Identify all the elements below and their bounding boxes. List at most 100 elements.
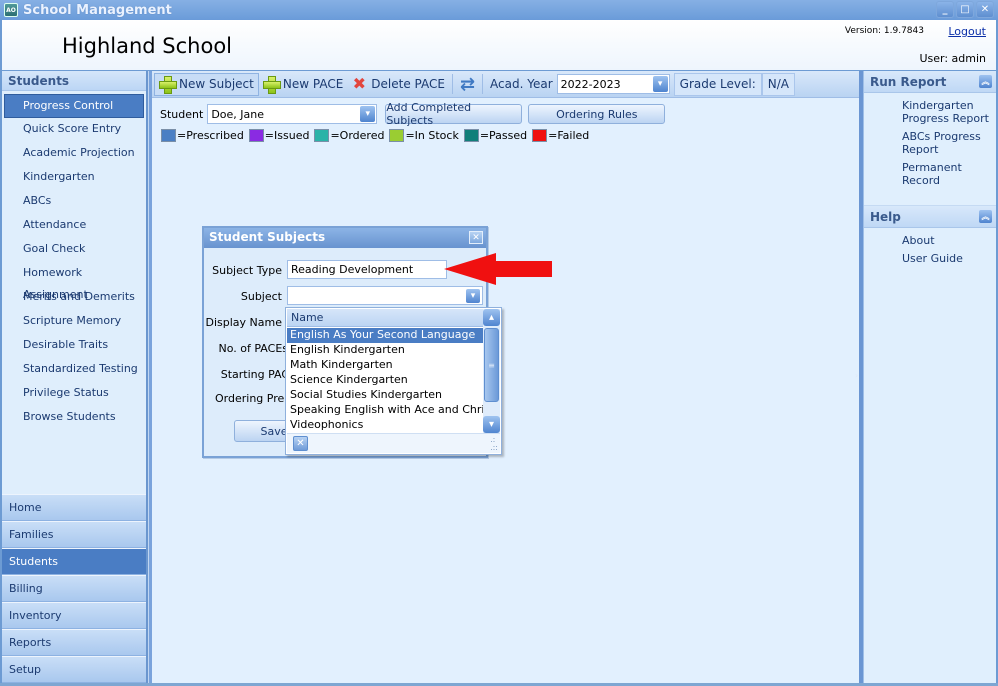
- student-value: Doe, Jane: [211, 107, 264, 121]
- nav-item-abcs[interactable]: ABCs: [2, 190, 146, 214]
- right-panel: Run Report ︽ Kindergarten Progress Repor…: [864, 71, 996, 683]
- legend-label-prescribed: =Prescribed: [177, 129, 244, 142]
- scroll-thumb[interactable]: ≡: [484, 328, 499, 402]
- refresh-button[interactable]: ⇄: [456, 73, 479, 96]
- dropdown-item[interactable]: Speaking English with Ace and Christi: [287, 403, 483, 418]
- delete-x-icon: ✖: [352, 74, 366, 93]
- minimize-button[interactable]: _: [936, 1, 954, 18]
- legend-swatch-failed: [532, 129, 548, 142]
- dropdown-footer: ✕ .:.::: [287, 433, 500, 453]
- toolbar-separator: [451, 74, 453, 94]
- plus-icon: [262, 76, 281, 94]
- module-inventory[interactable]: Inventory: [2, 602, 146, 629]
- module-reports[interactable]: Reports: [2, 629, 146, 656]
- display-name-label: Display Name: [205, 316, 283, 329]
- nav-item-quick-score-entry[interactable]: Quick Score Entry: [2, 118, 146, 142]
- delete-pace-button[interactable]: ✖ Delete PACE: [347, 73, 449, 96]
- run-report-links: Kindergarten Progress Report ABCs Progre…: [864, 93, 996, 198]
- scroll-up-icon[interactable]: ▴: [483, 309, 500, 326]
- maximize-button[interactable]: □: [956, 1, 974, 18]
- acad-year-label: Acad. Year: [490, 77, 553, 91]
- run-report-header: Run Report ︽: [864, 71, 996, 93]
- close-icon[interactable]: ✕: [469, 231, 483, 244]
- dropdown-item[interactable]: Science Kindergarten: [287, 373, 483, 388]
- nav-item-academic-projection[interactable]: Academic Projection: [2, 142, 146, 166]
- legend-label-passed: =Passed: [479, 129, 528, 142]
- clear-x-icon[interactable]: ✕: [293, 436, 308, 451]
- delete-pace-label: Delete PACE: [371, 77, 445, 91]
- module-students[interactable]: Students: [2, 548, 146, 575]
- nav-item-privilege-status[interactable]: Privilege Status: [2, 382, 146, 406]
- app-header: Highland School Version: 1.9.7843 Logout…: [2, 20, 996, 70]
- num-paces-label: No. of PACEs: [218, 342, 288, 355]
- dialog-title-bar: Student Subjects ✕: [204, 228, 486, 248]
- toolbar-separator: [482, 74, 484, 94]
- new-subject-label: New Subject: [179, 77, 254, 91]
- nav-item-kindergarten[interactable]: Kindergarten: [2, 166, 146, 190]
- new-pace-button[interactable]: New PACE: [259, 73, 347, 96]
- title-bar: AO School Management _ □ ✕: [0, 0, 998, 20]
- acad-year-select[interactable]: 2022-2023 ▾: [556, 74, 670, 94]
- student-select[interactable]: Doe, Jane ▾: [207, 104, 378, 124]
- school-name: Highland School: [62, 34, 232, 58]
- add-completed-subjects-button[interactable]: Add Completed Subjects: [385, 101, 523, 127]
- nav-list: Progress Control Quick Score Entry Acade…: [2, 91, 146, 430]
- nav-item-merits-demerits[interactable]: Merits and Demerits: [2, 286, 146, 310]
- dropdown-scrollbar[interactable]: ▴ ≡ ▾: [483, 309, 500, 433]
- help-header: Help ︽: [864, 206, 996, 228]
- chevron-down-icon[interactable]: ▾: [652, 76, 668, 92]
- dropdown-items: English As Your Second Language English …: [287, 328, 483, 433]
- red-arrow-annotation: [444, 253, 552, 285]
- window-title: School Management: [23, 2, 172, 18]
- ordering-rules-button[interactable]: Ordering Rules: [528, 104, 666, 124]
- logout-link[interactable]: Logout: [948, 25, 986, 38]
- dialog-title: Student Subjects: [209, 230, 326, 244]
- new-subject-button[interactable]: New Subject: [154, 72, 259, 96]
- splitter-arrow-icon: ›: [855, 371, 859, 380]
- scroll-down-icon[interactable]: ▾: [483, 416, 500, 433]
- module-home[interactable]: Home: [2, 494, 146, 521]
- help-link-about[interactable]: About: [902, 234, 996, 247]
- acad-year-value: 2022-2023: [560, 77, 621, 91]
- legend-swatch-ordered: [314, 129, 330, 142]
- dropdown-item[interactable]: English As Your Second Language: [287, 328, 483, 343]
- dropdown-item[interactable]: English Kindergarten: [287, 343, 483, 358]
- nav-item-homework-assignment[interactable]: Homework Assignment: [2, 262, 146, 301]
- starting-pace-label: Starting PACE: [220, 368, 296, 381]
- collapse-up-icon[interactable]: ︽: [979, 210, 992, 223]
- close-window-button[interactable]: ✕: [976, 1, 994, 18]
- nav-item-progress-control[interactable]: Progress Control: [4, 94, 144, 118]
- grade-level-value-box: N/A: [761, 72, 796, 96]
- dropdown-column-header[interactable]: Name: [287, 309, 483, 327]
- version-label: Version: 1.9.7843: [844, 26, 924, 36]
- chevron-down-icon[interactable]: ▾: [360, 106, 376, 122]
- resize-grip-icon[interactable]: .:.::: [490, 436, 498, 452]
- report-link-abcs-progress[interactable]: ABCs Progress Report: [902, 130, 996, 156]
- plus-icon: [159, 76, 177, 94]
- chevron-down-icon[interactable]: ▾: [466, 288, 480, 303]
- nav-item-browse-students[interactable]: Browse Students: [2, 406, 146, 430]
- report-link-permanent-record[interactable]: Permanent Record: [902, 161, 996, 187]
- legend-label-failed: =Failed: [548, 129, 590, 142]
- dropdown-item[interactable]: Videophonics: [287, 418, 483, 433]
- grade-level-label: Grade Level:: [679, 77, 756, 91]
- nav-item-attendance[interactable]: Attendance: [2, 214, 146, 238]
- student-label: Student: [160, 107, 204, 121]
- module-billing[interactable]: Billing: [2, 575, 146, 602]
- nav-item-scripture-memory[interactable]: Scripture Memory: [2, 310, 146, 334]
- report-link-kindergarten-progress[interactable]: Kindergarten Progress Report: [902, 99, 996, 125]
- subject-type-input[interactable]: Reading Development: [287, 260, 447, 279]
- module-families[interactable]: Families: [2, 521, 146, 548]
- module-setup[interactable]: Setup: [2, 656, 146, 683]
- dropdown-item[interactable]: Social Studies Kindergarten: [287, 388, 483, 403]
- nav-item-standardized-testing[interactable]: Standardized Testing: [2, 358, 146, 382]
- nav-item-desirable-traits[interactable]: Desirable Traits: [2, 334, 146, 358]
- status-legend: =Prescribed =Issued =Ordered =In Stock =…: [161, 129, 594, 142]
- legend-label-in-stock: =In Stock: [405, 129, 459, 142]
- subject-select[interactable]: ▾: [287, 286, 483, 305]
- nav-item-goal-check[interactable]: Goal Check: [2, 238, 146, 262]
- collapse-up-icon[interactable]: ︽: [979, 75, 992, 88]
- legend-swatch-prescribed: [161, 129, 176, 142]
- help-link-user-guide[interactable]: User Guide: [902, 252, 996, 265]
- dropdown-item[interactable]: Math Kindergarten: [287, 358, 483, 373]
